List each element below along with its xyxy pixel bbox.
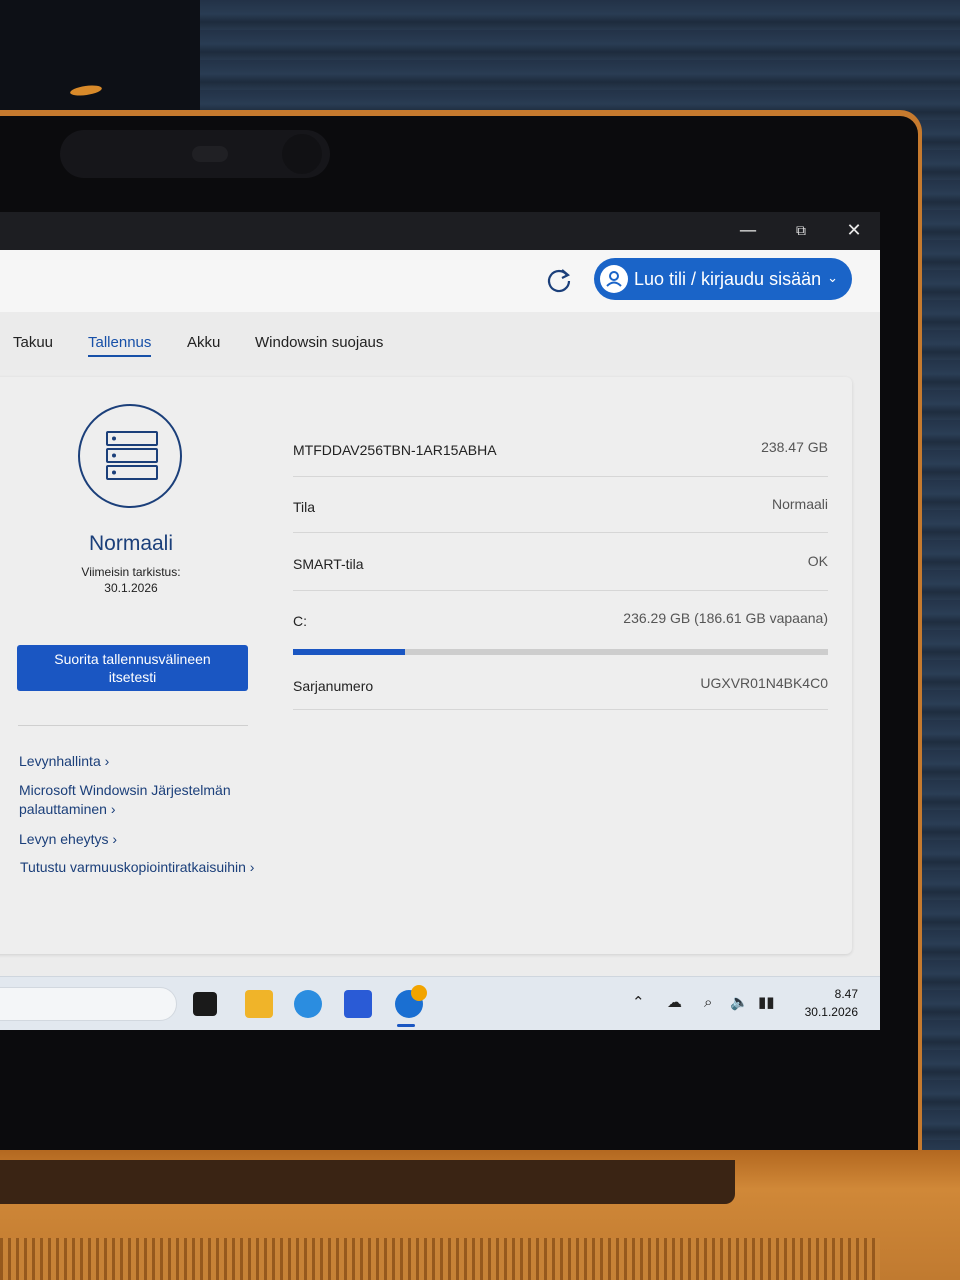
notification-badge: [411, 985, 427, 1001]
drive-model: MTFDDAV256TBN-1AR15ABHA: [293, 442, 497, 458]
volume-icon[interactable]: 🔈: [730, 993, 749, 1011]
hard-drive-icon: [106, 431, 158, 480]
task-view-icon[interactable]: [193, 992, 217, 1016]
run-selftest-button[interactable]: Suorita tallennusvälineen itsetesti: [17, 645, 248, 691]
webcam-sensor: [192, 146, 228, 162]
tab-windowsin-suojaus[interactable]: Windowsin suojaus: [255, 334, 383, 351]
drive-usage-bar: [293, 649, 828, 655]
tab-takuu[interactable]: Takuu: [13, 334, 53, 351]
wifi-icon[interactable]: ⌕: [704, 993, 712, 1011]
taskbar-clock[interactable]: 8.47 30.1.2026: [805, 985, 858, 1021]
row-divider: [293, 590, 828, 591]
tab-tallennus[interactable]: Tallennus: [88, 334, 152, 357]
clock-date: 30.1.2026: [804, 1005, 858, 1019]
link-system-restore[interactable]: Microsoft Windowsin Järjestelmän palautt…: [19, 781, 231, 819]
serial-value: UGXVR01N4BK4C0: [700, 675, 828, 691]
last-check-label: Viimeisin tarkistus:: [81, 565, 181, 579]
background-dark: [0, 0, 200, 120]
edge-browser-icon[interactable]: [294, 990, 322, 1018]
storage-status-title: Normaali: [88, 532, 174, 555]
file-explorer-icon[interactable]: [245, 990, 273, 1018]
taskbar-search[interactable]: [0, 987, 177, 1021]
laptop-hinge: [0, 1160, 735, 1204]
link-backup-solutions[interactable]: Tutustu varmuuskopiointiratkaisuihin ›: [20, 858, 254, 877]
selftest-button-label-1: Suorita tallennusvälineen: [54, 651, 211, 667]
cloud-off-icon[interactable]: ☁: [667, 993, 682, 1011]
account-button[interactable]: Luo tili / kirjaudu sisään ⌄: [594, 258, 852, 300]
link-system-restore-line2: palauttaminen ›: [19, 801, 116, 817]
drive-capacity: 238.47 GB: [761, 439, 828, 455]
state-value: Normaali: [771, 496, 828, 512]
minimize-icon[interactable]: —: [733, 218, 763, 244]
link-system-restore-line1: Microsoft Windowsin Järjestelmän: [19, 782, 231, 798]
battery-icon[interactable]: ▮▮: [758, 993, 775, 1011]
smart-label: SMART-tila: [293, 556, 364, 572]
webcam-lens: [282, 134, 322, 174]
microsoft-store-icon[interactable]: [344, 990, 372, 1018]
drive-usage-fill: [293, 649, 406, 655]
restore-icon[interactable]: ⧉: [786, 218, 816, 244]
smart-value: OK: [807, 553, 828, 569]
refresh-icon[interactable]: [545, 266, 573, 294]
chevron-down-icon: ⌄: [827, 271, 838, 286]
chevron-up-icon[interactable]: ⌃: [632, 993, 645, 1011]
row-divider: [293, 709, 828, 710]
storage-status-icon: [78, 404, 182, 508]
clock-time: 8.47: [834, 987, 858, 1001]
link-disk-defrag[interactable]: Levyn eheytys ›: [19, 830, 117, 849]
window-titlebar: — ⧉ ✕: [0, 212, 880, 250]
state-label: Tila: [293, 499, 316, 515]
active-app-indicator: [397, 1024, 415, 1027]
speaker-grille: [0, 1238, 880, 1280]
link-disk-management[interactable]: Levynhallinta ›: [19, 752, 109, 771]
app-header: Luo tili / kirjaudu sisään ⌄: [0, 250, 880, 312]
row-divider: [293, 476, 828, 477]
selftest-button-label-2: itsetesti: [108, 669, 157, 685]
taskbar: ⌃ ☁ ⌕ 🔈 ▮▮ 8.47 30.1.2026: [0, 976, 880, 1030]
person-icon: [600, 265, 628, 293]
last-check: Viimeisin tarkistus: 30.1.2026: [0, 564, 262, 596]
drive-usage-value: 236.29 GB (186.61 GB vapaana): [623, 610, 828, 626]
drive-letter-label: C:: [293, 613, 307, 629]
tab-akku[interactable]: Akku: [187, 334, 220, 351]
last-check-date: 30.1.2026: [104, 581, 158, 595]
divider: [18, 725, 248, 726]
account-button-label: Luo tili / kirjaudu sisään: [634, 269, 822, 289]
screen: — ⧉ ✕ Luo tili / kirjaudu sisään ⌄ Takuu…: [0, 212, 880, 1030]
serial-label: Sarjanumero: [293, 678, 374, 694]
close-icon[interactable]: ✕: [839, 218, 869, 244]
tab-bar: Takuu Tallennus Akku Windowsin suojaus: [0, 312, 880, 370]
row-divider: [293, 532, 828, 533]
